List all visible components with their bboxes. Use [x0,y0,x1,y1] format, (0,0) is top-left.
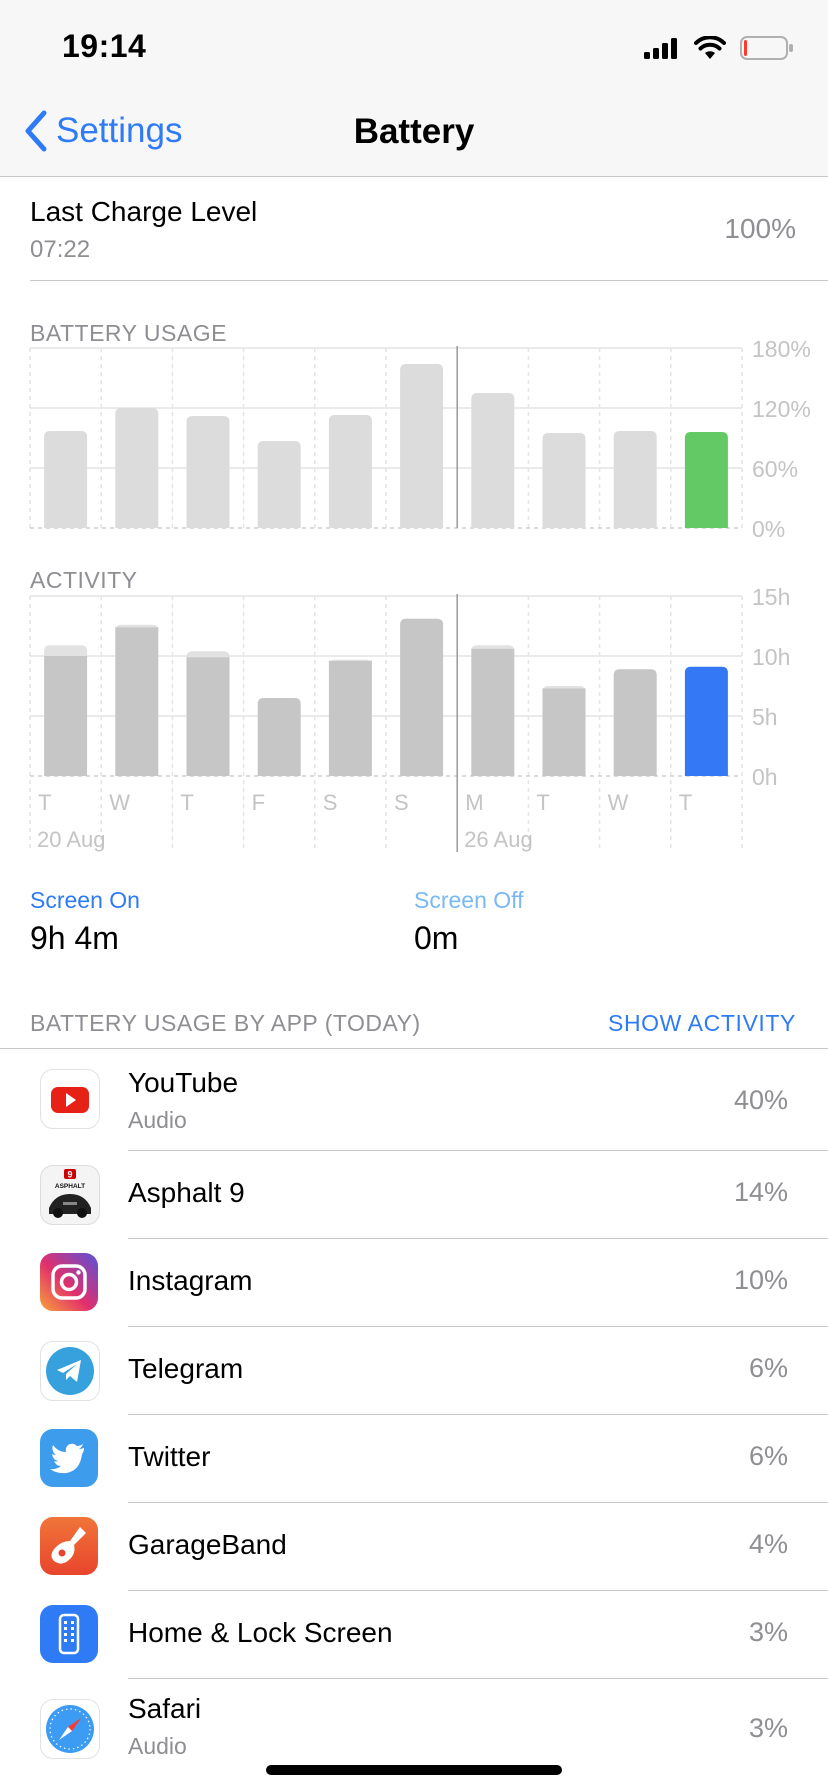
y-axis-tick-label: 10h [752,644,790,670]
x-axis-day-label: T [679,790,692,815]
battery-usage-bar [471,393,515,528]
battery-usage-bar [186,416,230,528]
x-axis-date-label: 26 Aug [464,827,533,852]
app-percentage: 4% [748,1529,788,1559]
app-row-youtube[interactable]: YouTube Audio 40% [0,1049,828,1149]
twitter-icon [40,1429,98,1487]
activity-bar-segment [186,651,230,658]
app-percentage: 6% [748,1353,788,1383]
battery-usage-bar [44,431,88,528]
app-name: Asphalt 9 [128,1177,245,1208]
activity-bar [684,666,728,776]
y-axis-tick-label: 15h [752,584,790,610]
y-axis-tick-label: 60% [752,456,798,482]
x-axis-day-label: F [252,790,265,815]
y-axis-tick-label: 0% [752,516,785,542]
screen-off-label: Screen Off [414,887,524,913]
y-axis-tick-label: 0h [752,764,778,790]
y-axis-tick-label: 180% [752,336,811,362]
app-name: Safari [128,1693,202,1724]
x-axis-day-label: W [608,790,629,815]
app-row-instagram[interactable]: Instagram 10% [0,1239,828,1326]
x-axis-day-label: T [536,790,549,815]
app-percentage: 40% [733,1085,788,1115]
app-name: Twitter [128,1441,211,1472]
y-axis-tick-label: 5h [752,704,778,730]
activity-bar [44,656,88,776]
svg-text:ASPHALT: ASPHALT [55,1183,85,1190]
activity-bar [115,627,159,776]
app-name: Instagram [128,1265,253,1296]
screen-off-value: 0m [414,920,459,956]
battery-usage-bar [613,431,657,528]
activity-bar [328,660,372,776]
app-row-safari[interactable]: Safari Audio 3% [0,1679,828,1779]
battery-usage-bar [542,433,586,528]
activity-bar [542,688,586,776]
app-percentage: 10% [733,1265,788,1295]
screen-on-label: Screen On [30,887,140,913]
app-row-telegram[interactable]: Telegram 6% [0,1327,828,1414]
home-indicator[interactable] [266,1765,562,1775]
x-axis-day-label: M [465,790,483,815]
x-axis-day-label: W [109,790,130,815]
screen-on-value: 9h 4m [30,920,119,956]
telegram-icon [40,1341,100,1401]
app-row-home-lock-screen[interactable]: Home & Lock Screen 3% [0,1591,828,1678]
battery-usage-bar [328,415,372,528]
x-axis-date-label: 20 Aug [37,827,106,852]
x-axis-day-label: S [394,790,409,815]
activity-bar-segment [44,645,88,656]
battery-usage-bar [257,441,301,528]
battery-usage-bar [115,408,159,528]
app-row-asphalt-9[interactable]: 9 ASPHALT Asphalt 9 14% [0,1151,828,1238]
app-percentage: 14% [733,1177,788,1207]
show-activity-button[interactable]: SHOW ACTIVITY [608,1010,796,1037]
app-subtitle: Audio [128,1733,187,1759]
app-name: Telegram [128,1353,244,1384]
instagram-icon [40,1253,98,1311]
activity-bar [613,669,657,776]
safari-icon [40,1699,100,1759]
svg-text:9: 9 [67,1170,72,1180]
app-name: GarageBand [128,1529,287,1560]
activity-bar [471,648,515,776]
battery-usage-bar [684,432,728,528]
apps-section-header: BATTERY USAGE BY APP (TODAY) SHOW ACTIVI… [0,1000,828,1048]
app-percentage: 3% [748,1713,788,1743]
battery-charts[interactable]: 180% 120% 60% 0% 15h 10h 5h 0h T W T F S S M T W T 20 Aug 2… [0,0,828,870]
y-axis-tick-label: 120% [752,396,811,422]
activity-bar [257,698,301,776]
app-subtitle: Audio [128,1107,187,1133]
home-lock-screen-icon [40,1605,98,1663]
app-name: YouTube [128,1067,239,1098]
x-axis-day-label: T [180,790,193,815]
app-row-twitter[interactable]: Twitter 6% [0,1415,828,1502]
activity-bar [186,657,230,776]
apps-section-heading: BATTERY USAGE BY APP (TODAY) [30,1010,421,1036]
youtube-icon [40,1069,100,1129]
app-name: Home & Lock Screen [128,1617,393,1648]
x-axis-day-label: T [38,790,51,815]
garageband-icon [40,1517,98,1575]
app-row-garageband[interactable]: GarageBand 4% [0,1503,828,1590]
battery-usage-bar [400,364,444,528]
activity-bar [400,618,444,776]
asphalt-9-icon: 9 ASPHALT [40,1165,100,1225]
x-axis-day-label: S [323,790,338,815]
app-percentage: 3% [748,1617,788,1647]
app-percentage: 6% [748,1441,788,1471]
